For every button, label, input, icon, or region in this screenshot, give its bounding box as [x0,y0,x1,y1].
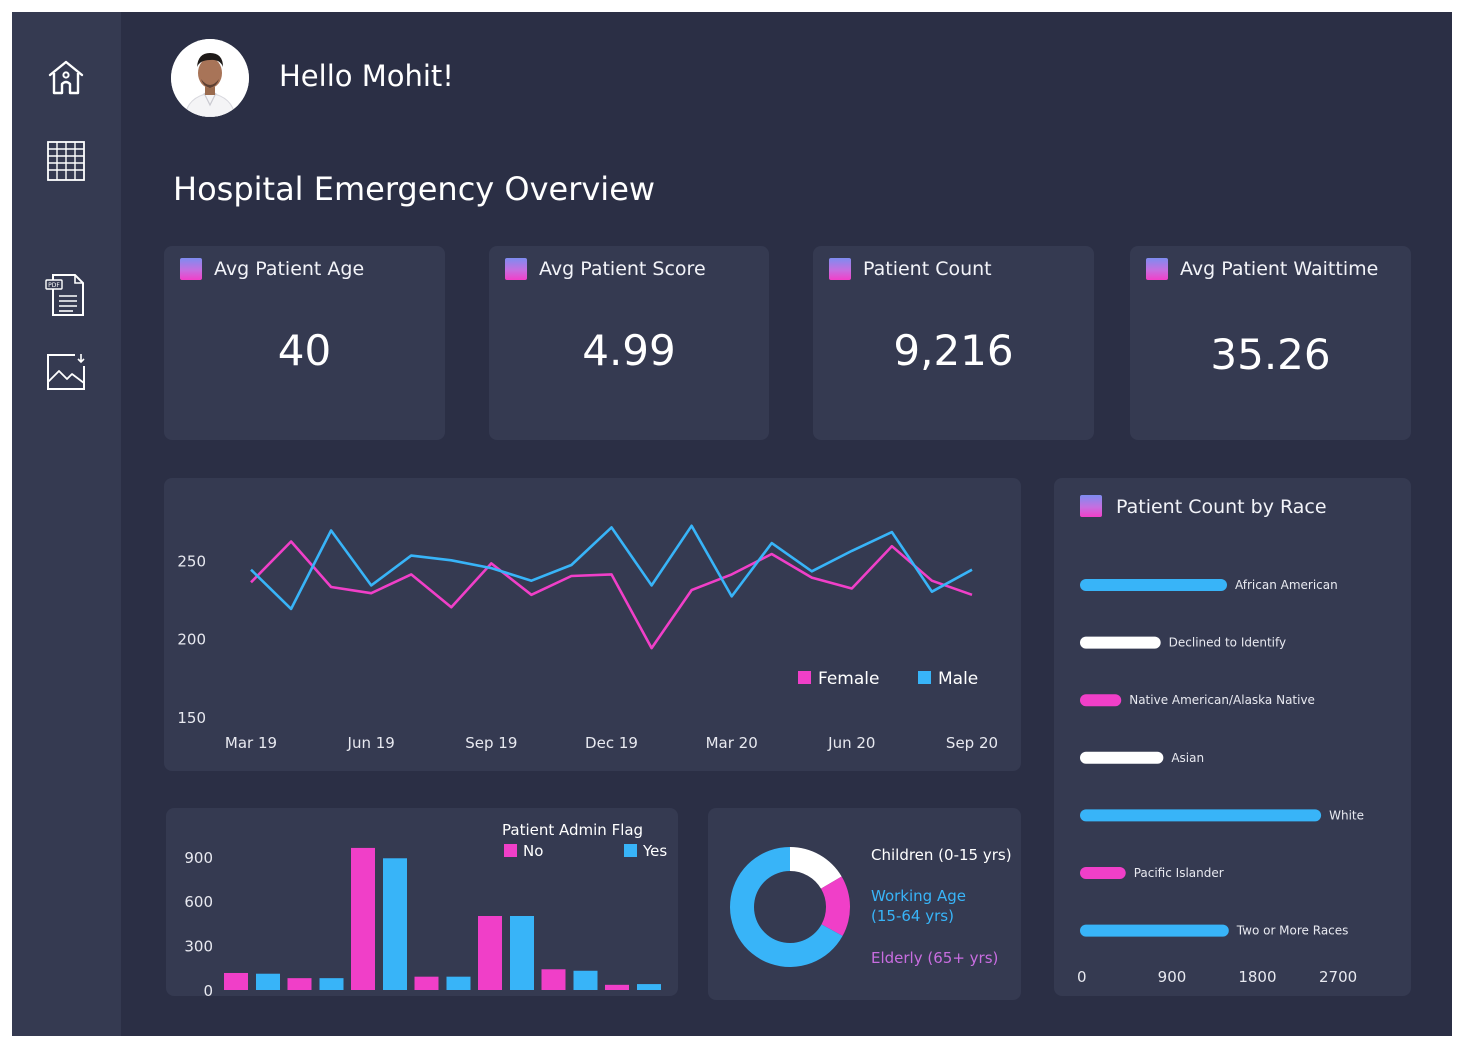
x-tick-label: Jun 19 [347,734,395,752]
race-bar-label: Native American/Alaska Native [1129,693,1315,707]
bar-no [414,976,439,990]
race-bar [1080,636,1161,649]
admin-flag-bar-chart: 900 600 300 0 Patient Admin Flag No Yes [184,821,667,1000]
race-bar-chart: Patient Count by Race African American Dec… [1077,495,1364,986]
x-tick-label: Jun 20 [827,734,875,752]
donut-label: Elderly (65+ yrs) [871,949,998,967]
gradient-icon [829,258,851,280]
kpi-value: 4.99 [582,326,676,375]
series-line-male [250,524,973,611]
race-bar-label: White [1329,808,1364,822]
gradient-icon [180,258,202,280]
image-download-icon[interactable] [44,350,88,394]
x-tick-label: Sep 19 [465,734,517,752]
bar-yes [637,984,661,990]
bar-yes [383,858,407,990]
pdf-report-icon[interactable]: PDF [44,273,88,317]
kpi-label: Avg Patient Waittime [1180,258,1379,280]
race-chart-card: Patient Count by Race African American Dec… [1054,478,1411,996]
bar-no [605,984,629,990]
x-tick-label: Mar 19 [225,734,277,752]
race-bar [1080,809,1322,822]
table-grid-icon[interactable] [44,139,88,183]
bar-yes [446,976,471,990]
series-line-female [250,540,973,650]
kpi-value: 35.26 [1210,330,1331,379]
race-bar-label: Pacific Islander [1134,866,1224,880]
y-tick-label: 200 [177,631,206,649]
legend-swatch [918,671,931,684]
bar-yes [510,916,534,990]
age-group-donut-chart: Children (0-15 yrs) Working Age (15-64 yrs… [730,846,1012,967]
race-bar [1080,694,1122,707]
race-bar-label: Asian [1171,751,1204,765]
kpi-label: Avg Patient Score [539,258,706,280]
gradient-icon [1146,258,1168,280]
x-tick-label: 1800 [1238,968,1276,986]
bar-no [287,978,312,990]
kpi-card-avg-age: Avg Patient Age 40 [164,246,445,440]
chart-title: Patient Count by Race [1116,496,1327,518]
kpi-card-avg-waittime: Avg Patient Waittime 35.26 [1130,246,1411,440]
x-tick-label: 0 [1077,968,1087,986]
bar-yes [573,970,598,990]
bar-no [541,969,566,990]
x-tick-label: 2700 [1319,968,1357,986]
age-group-chart-card: Children (0-15 yrs) Working Age (15-64 yrs… [708,808,1021,1000]
kpi-label: Patient Count [863,258,992,280]
legend-label: No [523,842,543,860]
kpi-card-patient-count: Patient Count 9,216 [813,246,1094,440]
svg-text:PDF: PDF [48,282,60,289]
donut-label: Working Age [871,887,966,905]
page-title: Hospital Emergency Overview [173,170,656,208]
legend-label: Yes [642,842,667,860]
race-bar [1080,579,1227,591]
gradient-icon [505,258,527,280]
y-tick-label: 150 [177,709,206,727]
bar-yes [256,973,280,990]
race-bar [1080,924,1229,937]
x-tick-label: 900 [1158,968,1187,986]
bar-no [478,916,502,990]
dashboard-frame: PDF Hello Mohit! Hospital Emergency Over… [12,12,1452,1036]
admin-flag-chart-card: 900 600 300 0 Patient Admin Flag No Yes [166,808,678,1000]
bar-yes [319,978,344,990]
kpi-label: Avg Patient Age [214,258,365,280]
gradient-icon [1080,495,1102,517]
legend-title: Patient Admin Flag [502,821,643,839]
kpi-value: 9,216 [893,326,1014,375]
x-tick-label: Mar 20 [706,734,758,752]
y-tick-label: 0 [203,982,213,996]
legend-swatch [798,671,811,684]
y-tick-label: 600 [184,893,213,911]
line-chart-card: 250 200 150 Mar 19 Jun 19 Sep 19 Dec 19 Mar 20 J… [164,478,1021,771]
y-tick-label: 300 [184,938,213,956]
race-bar-label: Two or More Races [1236,924,1349,938]
bar-no [351,847,375,990]
x-tick-label: Dec 19 [585,734,638,752]
race-bar-label: Declined to Identify [1169,636,1286,650]
bar-no [224,972,248,990]
legend-swatch [624,844,637,857]
kpi-value: 40 [277,326,332,375]
donut-label: Children (0-15 yrs) [871,846,1012,864]
race-bar [1080,867,1126,879]
greeting: Hello Mohit! [279,59,454,93]
avatar [171,39,249,117]
y-tick-label: 250 [177,552,206,570]
x-tick-label: Sep 20 [946,734,998,752]
kpi-card-avg-score: Avg Patient Score 4.99 [489,246,769,440]
race-bar [1080,751,1164,764]
legend-label: Male [938,669,978,689]
line-chart: 250 200 150 Mar 19 Jun 19 Sep 19 Dec 19 Mar 20 J… [177,524,998,752]
legend-swatch [504,844,517,857]
home-icon[interactable] [44,56,88,100]
race-bar-label: African American [1235,578,1338,592]
y-tick-label: 900 [184,849,213,867]
donut-label: (15-64 yrs) [871,907,954,925]
legend-label: Female [818,669,879,689]
sidebar: PDF [12,12,121,1036]
